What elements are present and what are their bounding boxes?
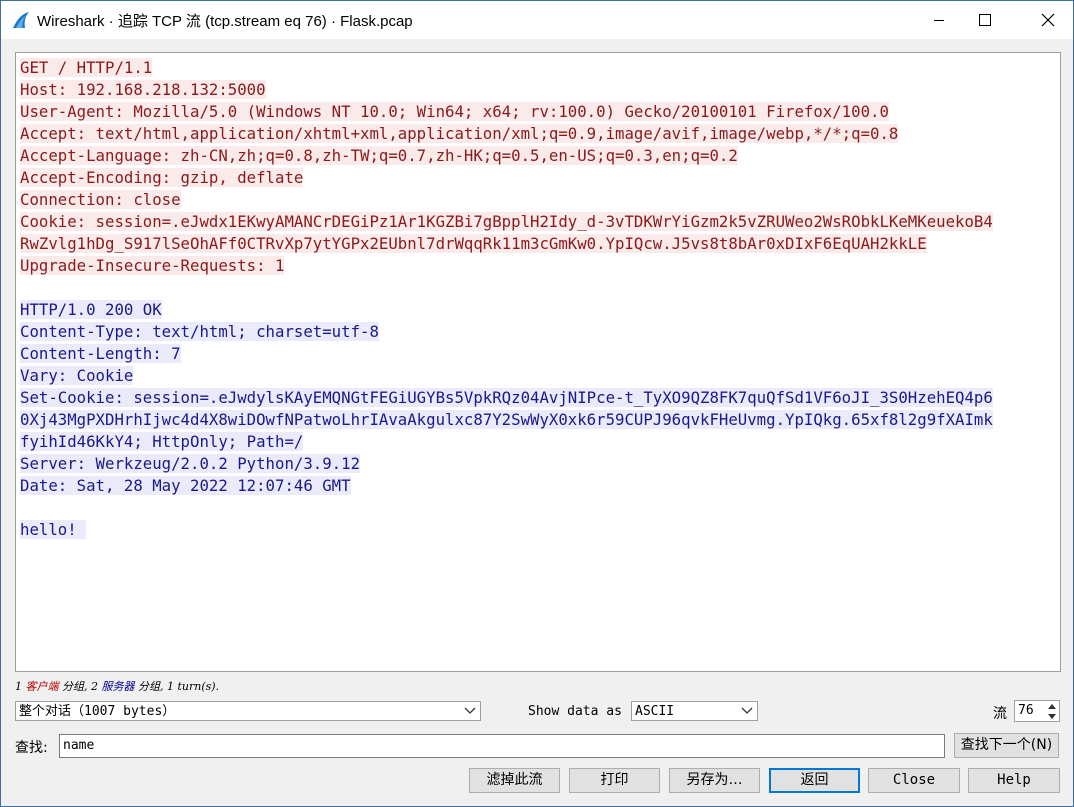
chevron-down-icon: [741, 707, 753, 714]
show-data-label: Show data as: [528, 704, 622, 719]
packet-summary: 1 客户端 分组, 2 服务器 分组, 1 turn(s).: [15, 678, 219, 694]
summary-prefix: 1: [15, 680, 26, 693]
filter-out-stream-button[interactable]: 滤掉此流: [469, 768, 560, 793]
close-window-button[interactable]: [1025, 1, 1071, 39]
stream-label: 流: [993, 706, 1007, 722]
find-input-value: name: [63, 738, 95, 753]
back-button[interactable]: 返回: [769, 768, 860, 793]
server-body-line: hello!: [20, 520, 87, 539]
summary-suffix: 分组, 1 turn(s).: [134, 680, 220, 693]
triangle-down-icon: [1048, 713, 1056, 719]
server-line: Content-Type: text/html; charset=utf-8: [20, 322, 379, 341]
conversation-select[interactable]: 整个对话（1007 bytes）: [15, 701, 481, 721]
client-line: Accept-Language: zh-CN,zh;q=0.8,zh-TW;q=…: [20, 146, 738, 165]
stream-content-area[interactable]: GET / HTTP/1.1 Host: 192.168.218.132:500…: [15, 52, 1061, 672]
minimize-icon: [934, 20, 944, 21]
help-button[interactable]: Help: [968, 768, 1060, 793]
client-line: RwZvlg1hDg_S917lSeOhAFf0CTRvXp7ytYGPx2EU…: [20, 234, 927, 253]
server-line: Set-Cookie: session=.eJwdylsKAyEMQNGtFEG…: [20, 388, 993, 407]
find-next-button[interactable]: 查找下一个(N): [954, 733, 1059, 758]
close-icon: [1041, 13, 1055, 27]
client-line: Accept-Encoding: gzip, deflate: [20, 168, 304, 187]
server-line: Content-Length: 7: [20, 344, 181, 363]
client-line: Upgrade-Insecure-Requests: 1: [20, 256, 285, 275]
server-label: 服务器: [101, 680, 135, 693]
client-line: Cookie: session=.eJwdx1EKwyAMANCrDEGiPz1…: [20, 212, 993, 231]
server-line: fyihId46KkY4; HttpOnly; Path=/: [20, 432, 304, 451]
show-data-as-select[interactable]: ASCII: [631, 701, 758, 721]
conversation-select-value: 整个对话（1007 bytes）: [19, 704, 176, 719]
client-line: Host: 192.168.218.132:5000: [20, 80, 266, 99]
close-button[interactable]: Close: [868, 768, 960, 793]
stream-number-value: 76: [1018, 703, 1034, 718]
client-request-block: GET / HTTP/1.1 Host: 192.168.218.132:500…: [20, 57, 995, 277]
client-line: User-Agent: Mozilla/5.0 (Windows NT 10.0…: [20, 102, 889, 121]
maximize-icon: [979, 14, 991, 26]
server-line: 0Xj43MgPXDHrhIjwc4d4X8wiDOwfNPatwoLhrIAv…: [20, 410, 993, 429]
server-line: HTTP/1.0 200 OK: [20, 300, 162, 319]
client-line: Connection: close: [20, 190, 181, 209]
show-data-as-value: ASCII: [635, 704, 675, 719]
print-button[interactable]: 打印: [569, 768, 660, 793]
summary-middle: 分组, 2: [58, 680, 102, 693]
spin-up-button[interactable]: [1046, 701, 1058, 711]
find-label: 查找:: [15, 740, 48, 756]
client-line: Accept: text/html,application/xhtml+xml,…: [20, 124, 899, 143]
triangle-up-icon: [1048, 703, 1056, 709]
title-bar: Wireshark · 追踪 TCP 流 (tcp.stream eq 76) …: [1, 1, 1073, 39]
server-line: Server: Werkzeug/2.0.2 Python/3.9.12: [20, 454, 361, 473]
find-input[interactable]: name: [59, 734, 945, 758]
window-title: Wireshark · 追踪 TCP 流 (tcp.stream eq 76) …: [37, 13, 413, 30]
wireshark-fin-icon: [13, 12, 29, 28]
maximize-button[interactable]: [962, 1, 1008, 39]
spin-down-button[interactable]: [1046, 711, 1058, 721]
minimize-button[interactable]: [916, 1, 962, 39]
client-label: 客户端: [25, 680, 59, 693]
server-line: Vary: Cookie: [20, 366, 134, 385]
stream-number-spinbox[interactable]: 76: [1014, 700, 1060, 722]
server-response-block: HTTP/1.0 200 OK Content-Type: text/html;…: [20, 299, 995, 541]
server-line: Date: Sat, 28 May 2022 12:07:46 GMT: [20, 476, 351, 495]
chevron-down-icon: [464, 707, 476, 714]
save-as-button[interactable]: 另存为…: [669, 768, 760, 793]
client-line: GET / HTTP/1.1: [20, 58, 153, 77]
follow-tcp-stream-window: Wireshark · 追踪 TCP 流 (tcp.stream eq 76) …: [0, 0, 1074, 807]
